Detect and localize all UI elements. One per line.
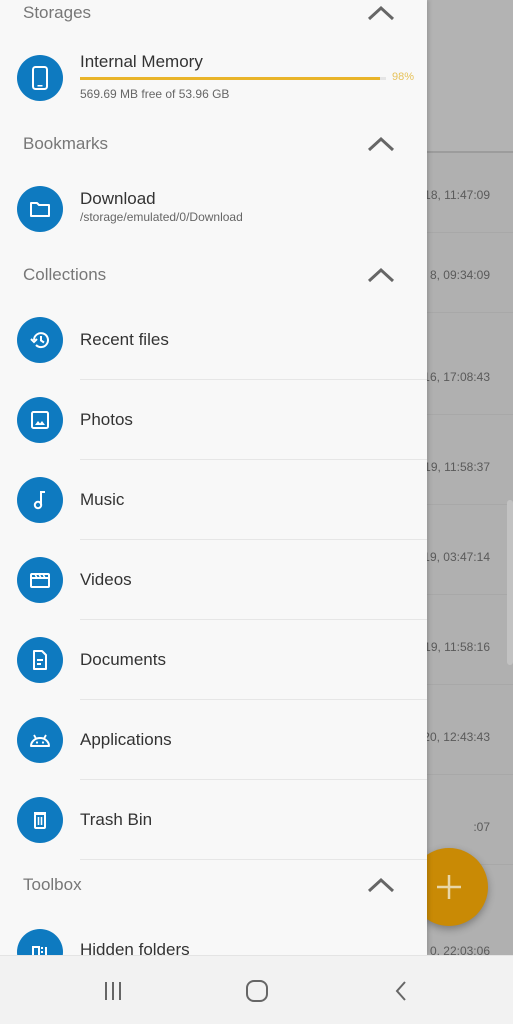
toolbox-item-hidden-folders[interactable]: Hidden folders [0, 912, 427, 955]
section-title: Bookmarks [23, 134, 109, 153]
image-icon [31, 411, 49, 429]
plus-icon [437, 875, 461, 899]
item-label: Documents [80, 650, 166, 669]
item-label: Recent files [80, 330, 169, 349]
section-header-storages[interactable]: Storages [0, 0, 427, 40]
bookmark-path: /storage/emulated/0/Download [80, 210, 243, 224]
collection-item-recent-files[interactable]: Recent files [0, 300, 427, 380]
row-timestamp: 019, 11:58:16 [417, 640, 490, 654]
item-label: Applications [80, 730, 172, 749]
section-title: Collections [23, 265, 107, 284]
item-label: Trash Bin [80, 810, 153, 829]
home-button[interactable] [237, 976, 277, 1006]
back-icon [395, 981, 406, 1001]
row-timestamp: 16, 17:08:43 [423, 370, 490, 384]
collection-item-applications[interactable]: Applications [0, 700, 427, 780]
collection-item-trash-bin[interactable]: Trash Bin [0, 780, 427, 860]
navigation-drawer: Storages Internal Memory 98% 569.69 MB f… [0, 0, 427, 955]
scrollbar[interactable] [507, 500, 513, 665]
recent-apps-button[interactable] [93, 976, 133, 1006]
item-icon-circle [17, 637, 63, 683]
section-title: Storages [23, 3, 92, 22]
trash-icon [34, 812, 46, 829]
background-row[interactable]: 8, 09:34:09 [427, 233, 513, 313]
back-button[interactable] [381, 976, 421, 1006]
storage-usage-percent: 98% [392, 71, 415, 83]
folder-icon [30, 202, 50, 217]
item-label: Videos [80, 570, 132, 589]
chevron-up-icon[interactable] [366, 266, 396, 284]
row-timestamp: 019, 11:58:37 [417, 460, 490, 474]
bookmark-download[interactable]: Download /storage/emulated/0/Download [0, 180, 427, 240]
music-note-icon [33, 491, 45, 510]
storage-usage-bar [80, 77, 386, 80]
item-icon-circle [17, 929, 63, 955]
item-label: Photos [80, 410, 133, 429]
item-icon-circle [17, 557, 63, 603]
history-icon [30, 332, 49, 349]
background-row[interactable]: 19, 03:47:14 [423, 515, 513, 595]
storage-usage-fill [80, 77, 380, 80]
background-row[interactable]: 20, 12:43:43 [423, 695, 513, 775]
row-timestamp: :07 [473, 820, 490, 834]
background-row[interactable]: 019, 11:58:37 [417, 425, 513, 505]
section-header-toolbox[interactable]: Toolbox [0, 872, 427, 912]
collection-item-videos[interactable]: Videos [0, 540, 427, 620]
row-timestamp: 018, 11:47:09 [417, 188, 490, 202]
home-icon [246, 980, 268, 1002]
item-icon-circle [17, 797, 63, 843]
video-clapper-icon [30, 573, 50, 588]
recent-apps-icon [105, 982, 121, 1000]
storage-icon-circle [17, 55, 63, 101]
collection-item-documents[interactable]: Documents [0, 620, 427, 700]
background-row[interactable]: 018, 11:47:09 [417, 153, 513, 233]
storage-detail: 569.69 MB free of 53.96 GB [80, 87, 230, 101]
item-label: Hidden folders [80, 940, 190, 955]
row-timestamp: 20, 12:43:43 [423, 730, 490, 744]
item-icon-circle [17, 317, 63, 363]
background-row[interactable]: 019, 11:58:16 [417, 605, 513, 685]
row-timestamp: 19, 03:47:14 [423, 550, 490, 564]
chevron-up-icon[interactable] [366, 876, 396, 894]
item-icon-circle [17, 477, 63, 523]
section-header-bookmarks[interactable]: Bookmarks [0, 131, 427, 171]
chevron-up-icon[interactable] [366, 4, 396, 22]
storage-internal-memory[interactable]: Internal Memory 98% 569.69 MB free of 53… [0, 42, 427, 112]
chevron-up-icon[interactable] [366, 135, 396, 153]
section-header-collections[interactable]: Collections [0, 262, 427, 302]
collection-item-photos[interactable]: Photos [0, 380, 427, 460]
item-icon-circle [17, 397, 63, 443]
divider [80, 859, 427, 860]
background-row[interactable]: 16, 17:08:43 [423, 335, 513, 415]
android-icon [30, 734, 50, 747]
bookmark-icon-circle [17, 186, 63, 232]
storage-name: Internal Memory [80, 52, 203, 71]
system-navigation-bar [0, 955, 513, 1024]
item-label: Music [80, 490, 125, 509]
section-title: Toolbox [23, 875, 82, 894]
row-timestamp: 8, 09:34:09 [429, 268, 490, 282]
phone-icon [32, 66, 48, 90]
bookmark-name: Download [80, 189, 156, 208]
hidden-folder-icon [32, 946, 47, 955]
item-icon-circle [17, 717, 63, 763]
collection-item-music[interactable]: Music [0, 460, 427, 540]
document-icon [33, 650, 47, 670]
